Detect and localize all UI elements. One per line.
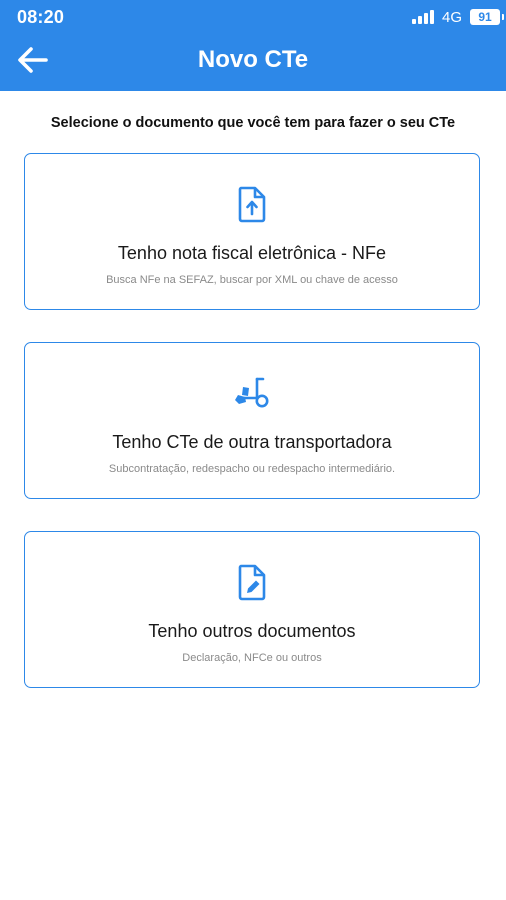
option-title: Tenho outros documentos	[148, 621, 356, 641]
instruction-text: Selecione o documento que você tem para …	[50, 115, 456, 131]
option-title: Tenho nota fiscal eletrônica - NFe	[117, 243, 387, 263]
status-indicators: 4G 91	[411, 8, 504, 26]
battery-level: 91	[478, 10, 492, 24]
network-type: 4G	[441, 8, 462, 26]
status-bar: 08:20 4G 91	[0, 0, 506, 34]
option-subtitle: Busca NFe na SEFAZ, buscar por XML ou ch…	[106, 274, 398, 286]
battery-icon: 91	[470, 9, 504, 25]
option-title: Tenho CTe de outra transportadora	[112, 432, 392, 452]
page-title: Novo CTe	[197, 46, 309, 73]
status-time: 08:20	[17, 7, 65, 27]
option-subtitle: Subcontratação, redespacho ou redespacho…	[108, 463, 396, 475]
option-card-cte[interactable]: Tenho CTe de outra transportadora Subcon…	[24, 342, 480, 499]
hand-truck-icon	[232, 373, 272, 413]
file-edit-icon	[232, 562, 272, 602]
option-card-nfe[interactable]: Tenho nota fiscal eletrônica - NFe Busca…	[24, 153, 480, 310]
app-bar: Novo CTe	[0, 34, 506, 91]
option-subtitle: Declaração, NFCe ou outros	[182, 652, 322, 664]
file-upload-icon	[232, 184, 272, 224]
option-card-other[interactable]: Tenho outros documentos Declaração, NFCe…	[24, 531, 480, 688]
signal-icon	[411, 10, 436, 24]
